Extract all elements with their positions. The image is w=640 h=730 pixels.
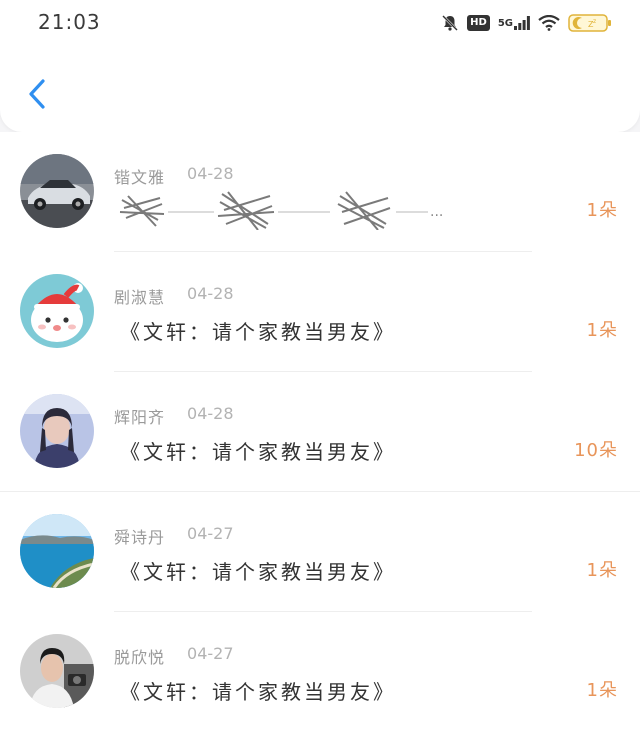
flower-count: 10朵 (574, 440, 618, 461)
gift-record-list: 锴文雅 04-28 ... 1朵 剧淑慧 04-28 《文轩：请个家教当男友》 … (0, 132, 640, 730)
status-icons: HD 5G Z z (441, 12, 612, 34)
flower-count: 1朵 (586, 320, 618, 341)
redacted-message: ... (119, 191, 443, 230)
avatar[interactable] (20, 634, 94, 708)
page: 21:03 HD 5G Z z 锴文雅 04-28 ... 1朵 剧淑慧 04-… (0, 0, 640, 730)
sender-name: 辉阳齐 (114, 408, 166, 427)
sender-name: 剧淑慧 (114, 288, 166, 307)
avatar[interactable] (20, 394, 94, 468)
svg-text:z: z (593, 18, 596, 25)
message-text[interactable]: 《文轩：请个家教当男友》 (120, 676, 396, 705)
hd-badge: HD (467, 15, 490, 31)
battery-icon: Z z (568, 13, 612, 33)
network-type-label: 5G (497, 17, 513, 29)
bell-muted-icon (441, 14, 459, 32)
signal-icon: 5G (498, 16, 530, 30)
sender-line: 剧淑慧 04-28 (114, 284, 234, 308)
list-item[interactable]: 锴文雅 04-28 ... 1朵 (0, 132, 640, 252)
list-item[interactable]: 辉阳齐 04-28 《文轩：请个家教当男友》 10朵 (0, 372, 640, 492)
back-button[interactable] (20, 78, 54, 114)
status-time: 21:03 (38, 10, 101, 34)
flower-count: 1朵 (586, 200, 618, 221)
top-header: 21:03 HD 5G Z z (0, 0, 640, 132)
sender-name: 舜诗丹 (114, 528, 166, 547)
send-date: 04-28 (187, 284, 234, 303)
sender-line: 辉阳齐 04-28 (114, 404, 234, 428)
sender-name: 脱欣悦 (114, 648, 166, 667)
list-item[interactable]: 剧淑慧 04-28 《文轩：请个家教当男友》 1朵 (0, 252, 640, 372)
avatar[interactable] (20, 514, 94, 588)
avatar[interactable] (20, 274, 94, 348)
list-item[interactable]: 舜诗丹 04-27 《文轩：请个家教当男友》 1朵 (0, 492, 640, 612)
sender-name: 锴文雅 (114, 168, 166, 187)
wifi-icon (538, 15, 560, 31)
sender-line: 脱欣悦 04-27 (114, 644, 234, 668)
message-text[interactable]: 《文轩：请个家教当男友》 (120, 316, 396, 345)
flower-count: 1朵 (586, 560, 618, 581)
list-item[interactable]: 脱欣悦 04-27 《文轩：请个家教当男友》 1朵 (0, 612, 640, 730)
send-date: 04-27 (187, 524, 234, 543)
flower-count: 1朵 (586, 680, 618, 701)
sender-line: 舜诗丹 04-27 (114, 524, 234, 548)
message-text[interactable]: 《文轩：请个家教当男友》 (120, 436, 396, 465)
send-date: 04-28 (187, 404, 234, 423)
sender-line: 锴文雅 04-28 (114, 164, 234, 188)
svg-text:...: ... (430, 204, 443, 220)
send-date: 04-28 (187, 164, 234, 183)
avatar[interactable] (20, 154, 94, 228)
message-text[interactable]: 《文轩：请个家教当男友》 (120, 556, 396, 585)
send-date: 04-27 (187, 644, 234, 663)
chevron-left-icon (27, 78, 47, 114)
